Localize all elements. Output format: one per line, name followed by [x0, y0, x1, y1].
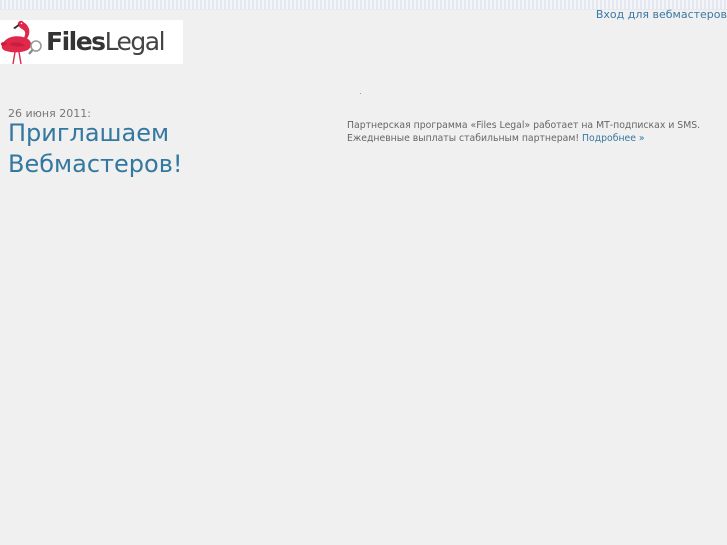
site-logo[interactable]: FilesLegal	[0, 20, 183, 64]
logo-wordmark-light: Legal	[104, 27, 166, 56]
logo-wordmark: FilesLegal	[46, 20, 166, 64]
logo-wordmark-bold: Files	[46, 27, 106, 56]
promo-line-1: Партнерская программа «Files Legal» рабо…	[347, 120, 701, 131]
promo-text: Партнерская программа «Files Legal» рабо…	[347, 119, 717, 145]
news-headline[interactable]: Приглашаем Вебмастеров!	[8, 118, 308, 180]
more-link[interactable]: Подробнее »	[582, 133, 645, 144]
divider-dot	[360, 93, 361, 94]
flamingo-icon	[0, 20, 42, 64]
promo-line-2: Ежедневные выплаты стабильным партнерам!	[347, 133, 580, 144]
webmaster-login-link[interactable]: Вход для вебмастеров	[596, 8, 727, 21]
